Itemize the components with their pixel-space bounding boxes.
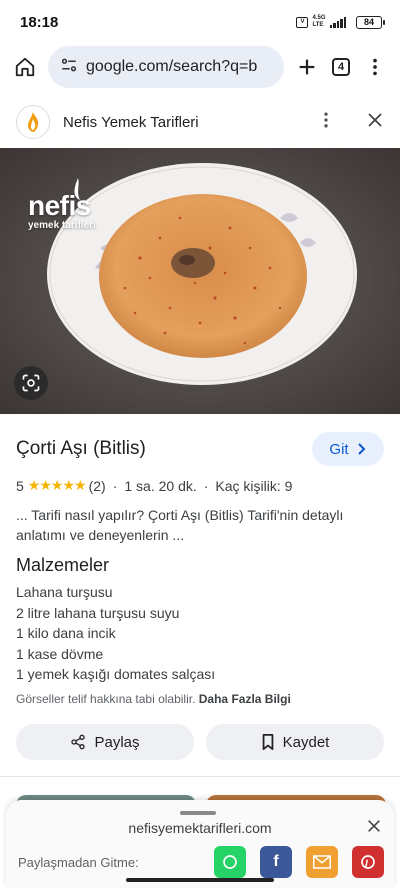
watermark: nefis yemek tarifleri [28,192,96,232]
lens-button[interactable] [14,366,48,400]
facebook-icon[interactable]: f [260,846,292,878]
bookmark-icon [262,734,273,750]
watermark-main: nefis [28,190,91,221]
site-name[interactable]: Nefis Yemek Tarifleri [63,114,316,131]
watermark-sub: yemek tarifleri [28,220,96,231]
tab-switcher-icon: 4 [332,58,350,76]
network-type: 4.5G LTE [312,15,325,29]
rating-stars-icon: ★★★★★ [27,477,87,493]
bottom-sheet: nefisyemektarifleri.com Paylaşmadan Gitm… [6,800,394,888]
duration: 1 sa. 20 dk. [124,477,197,494]
share-label: Paylaşmadan Gitme: [18,855,139,870]
status-time: 18:18 [20,13,59,31]
copyright-notice: Görseller telif hakkına tabi olabilir. D… [16,692,291,706]
home-icon[interactable] [8,50,42,84]
more-vert-icon [373,58,377,76]
save-button[interactable]: Kaydet [206,724,384,760]
go-button[interactable]: Git [312,432,384,466]
network-type-bottom: LTE [312,22,324,28]
ingredients-list: Lahana turşusu 2 litre lahana turşusu su… [16,582,215,685]
servings: Kaç kişilik: 9 [215,477,293,494]
soup-photo [0,148,400,414]
ingredient-item: Lahana turşusu [16,584,113,600]
browser-menu-button[interactable] [358,50,392,84]
rating-value: 5 [16,477,24,494]
recipe-image[interactable]: nefis yemek tarifleri [0,148,400,414]
review-count: (2) [88,477,106,494]
ingredients-title: Malzemeler [16,555,110,575]
url-bar[interactable]: google.com/search?q=b [48,46,284,88]
close-icon[interactable] [366,818,384,836]
browser-toolbar: google.com/search?q=b 4 [0,44,400,90]
copyright-text: Görseller telif hakkına tabi olabilir. [16,692,196,706]
ingredient-item: 1 kilo dana incik [16,625,116,641]
url-text: google.com/search?q=b [86,58,258,75]
pinterest-icon[interactable] [352,846,384,878]
battery-icon: 84 [356,15,385,29]
email-icon[interactable] [306,846,338,878]
lens-icon [22,374,40,392]
ingredient-item: 1 kase dövme [16,645,104,662]
more-info-link[interactable]: Daha Fazla Bilgi [199,692,291,706]
ingredient-item: 2 litre lahana turşusu suyu [16,604,180,621]
more-vert-icon[interactable] [316,110,336,135]
signal-icon [329,16,346,28]
share-icon [71,734,86,750]
gesture-nav-bar[interactable] [126,878,274,882]
recipe-title: Çorti Aşı (Bitlis) [16,438,146,459]
share-button-label: Paylaş [94,733,140,751]
ingredient-item: 1 yemek kaşığı domates salçası [16,666,216,682]
chevron-right-icon [357,443,365,455]
volte-icon: V [296,16,309,28]
status-bar: 18:18 V 4.5G LTE 84 [0,0,400,44]
network-type-top: 4.5G [312,15,326,21]
tab-switcher-button[interactable]: 4 [324,50,358,84]
drag-handle[interactable] [180,811,216,815]
new-tab-button[interactable] [290,50,324,84]
share-button[interactable]: Paylaş [16,724,194,760]
site-logo-icon [16,105,50,139]
site-header: Nefis Yemek Tarifleri [0,96,400,148]
site-info-icon[interactable] [60,56,78,79]
save-button-label: Kaydet [282,733,330,751]
recipe-meta: 5 ★★★★★ (2) · 1 sa. 20 dk. · Kaç kişilik… [16,477,293,494]
recipe-description: ... Tarifi nasıl yapılır? Çorti Aşı (Bit… [16,507,344,543]
whatsapp-icon[interactable] [214,846,246,878]
divider [0,776,400,777]
close-icon[interactable] [366,111,384,134]
sheet-url[interactable]: nefisyemektarifleri.com [6,820,394,836]
go-button-label: Git [329,440,349,458]
status-icons: V 4.5G LTE 84 [296,15,385,29]
plus-icon [299,59,315,75]
